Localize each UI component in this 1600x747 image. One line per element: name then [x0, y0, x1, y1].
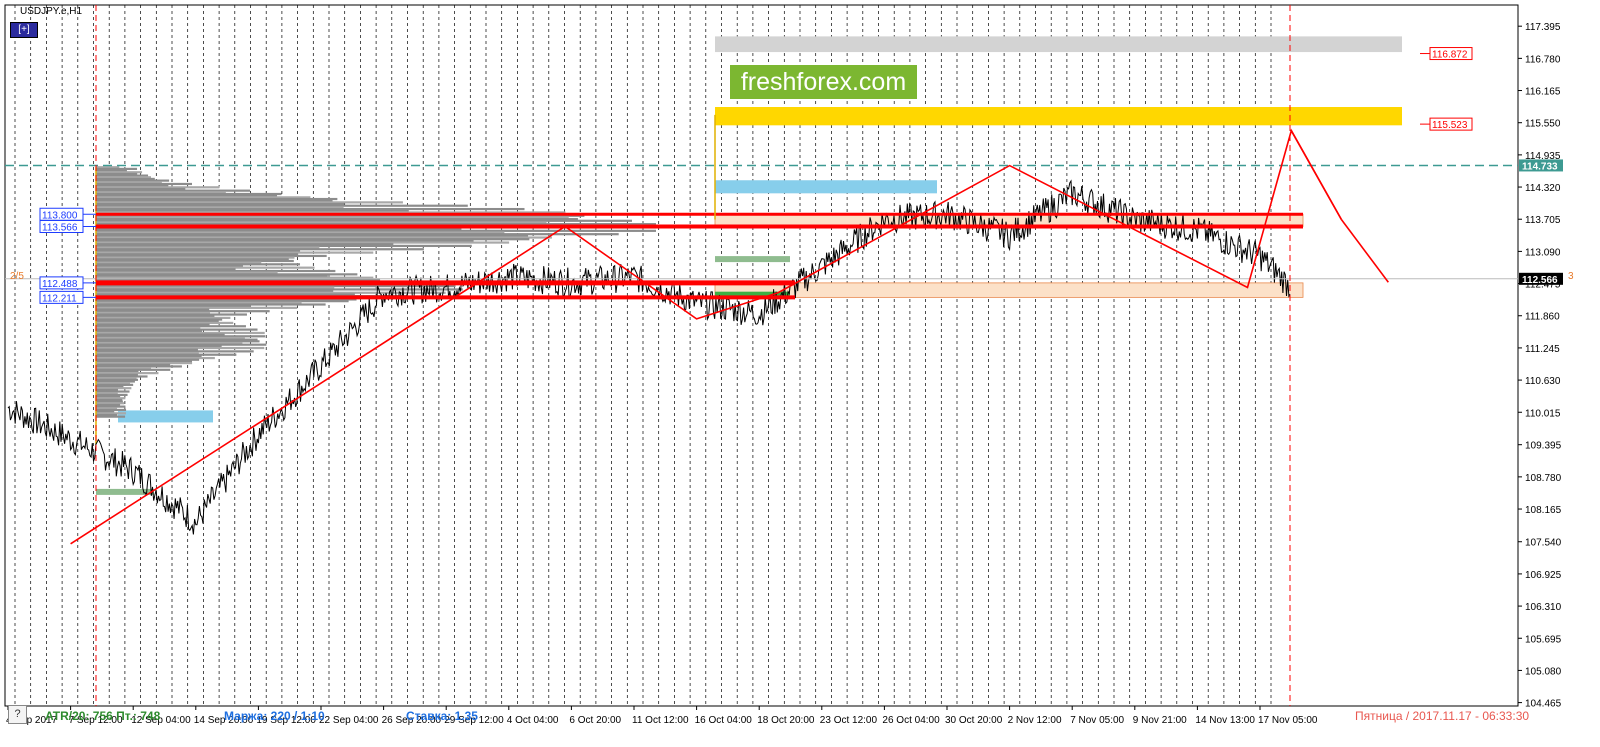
price-tick-label: 115.550	[1525, 119, 1561, 130]
price-tick-label: 113.705	[1525, 215, 1561, 226]
time-tick-label: 16 Oct 04:00	[695, 715, 753, 726]
atr-indicator-text: ATR/20: 756 Пт.: 748	[45, 709, 161, 723]
left-price-label: 113.800	[42, 210, 78, 221]
price-tick-label: 116.780	[1525, 54, 1561, 65]
price-tag-label: 114.733	[1522, 161, 1558, 172]
ratio-right-label: 3	[1568, 271, 1574, 282]
expand-button[interactable]: [+]	[10, 22, 38, 38]
green-zone-mid	[715, 256, 790, 263]
price-tick-label: 105.080	[1525, 666, 1562, 677]
price-tick-label: 114.320	[1525, 183, 1561, 194]
left-price-label: 112.211	[42, 293, 77, 304]
datetime-text: Пятница / 2017.11.17 - 06:33:30	[1355, 709, 1530, 723]
price-tick-label: 104.465	[1525, 699, 1562, 710]
price-tick-label: 116.165	[1525, 87, 1561, 98]
help-button[interactable]: ?	[8, 705, 27, 724]
price-tick-label: 105.695	[1525, 634, 1562, 645]
blue-zone-upper	[715, 180, 937, 194]
time-tick-label: 22 Sep 04:00	[319, 715, 379, 726]
volume-bar	[96, 415, 126, 418]
time-tick-label: 23 Oct 12:00	[820, 715, 878, 726]
price-tick-label: 110.015	[1525, 408, 1561, 419]
target-label: 116.872	[1432, 50, 1468, 61]
price-tick-label: 117.395	[1525, 22, 1561, 33]
time-tick-label: 4 Oct 04:00	[507, 715, 559, 726]
price-tick-label: 110.630	[1525, 376, 1561, 387]
price-tag-label: 112.566	[1522, 275, 1558, 286]
price-tick-label: 107.540	[1525, 538, 1562, 549]
price-tick-label: 113.090	[1525, 247, 1561, 258]
target-label: 115.523	[1432, 120, 1468, 131]
chart-window[interactable]: 117.395 116.780 116.165 115.550 114.935 114.3…	[0, 0, 1600, 747]
time-tick-label: 9 Nov 21:00	[1133, 715, 1187, 726]
margin-text: Маржа: 220 / 1:10	[224, 709, 325, 723]
price-tick-label: 108.780	[1525, 473, 1562, 484]
price-tick-label: 111.860	[1525, 312, 1560, 323]
price-tick-label: 109.395	[1525, 441, 1562, 452]
symbol-title: USDJPY.e,H1	[20, 6, 83, 17]
time-axis: 4 Sep 2017 7 Sep 12:00 12 Sep 04:00 14 Sep …	[6, 706, 1318, 726]
left-price-label: 113.566	[42, 222, 78, 233]
peach-zone-lower	[714, 282, 1304, 298]
gold-target-zone	[715, 107, 1402, 126]
price-tick-label: 111.245	[1525, 344, 1560, 355]
blue-zone-left	[118, 410, 213, 423]
price-tick-label: 106.310	[1525, 602, 1562, 613]
time-tick-label: 14 Nov 13:00	[1195, 715, 1255, 726]
time-tick-label: 26 Oct 04:00	[882, 715, 940, 726]
left-price-label: 112.488	[42, 279, 78, 290]
price-tick-label: 108.165	[1525, 505, 1562, 516]
time-tick-label: 30 Oct 20:00	[945, 715, 1003, 726]
grey-resistance-zone	[715, 36, 1402, 53]
time-tick-label: 6 Oct 20:00	[569, 715, 621, 726]
price-chart[interactable]: 117.395116.780116.165115.550114.935114.3…	[0, 0, 1600, 747]
time-tick-label: 18 Oct 20:00	[757, 715, 815, 726]
price-tick-label: 106.925	[1525, 570, 1562, 581]
time-tick-label: 7 Nov 05:00	[1070, 715, 1124, 726]
ratio-left-label: 2/5	[10, 271, 24, 282]
price-axis: 117.395116.780116.165115.550114.935114.3…	[1518, 22, 1562, 710]
time-tick-label: 2 Nov 12:00	[1008, 715, 1062, 726]
time-tick-label: 11 Oct 12:00	[632, 715, 689, 726]
rate-text: Ставка: 1.35	[406, 709, 478, 723]
time-tick-label: 17 Nov 05:00	[1258, 715, 1318, 726]
brand-logo: freshforex.com	[730, 65, 917, 99]
